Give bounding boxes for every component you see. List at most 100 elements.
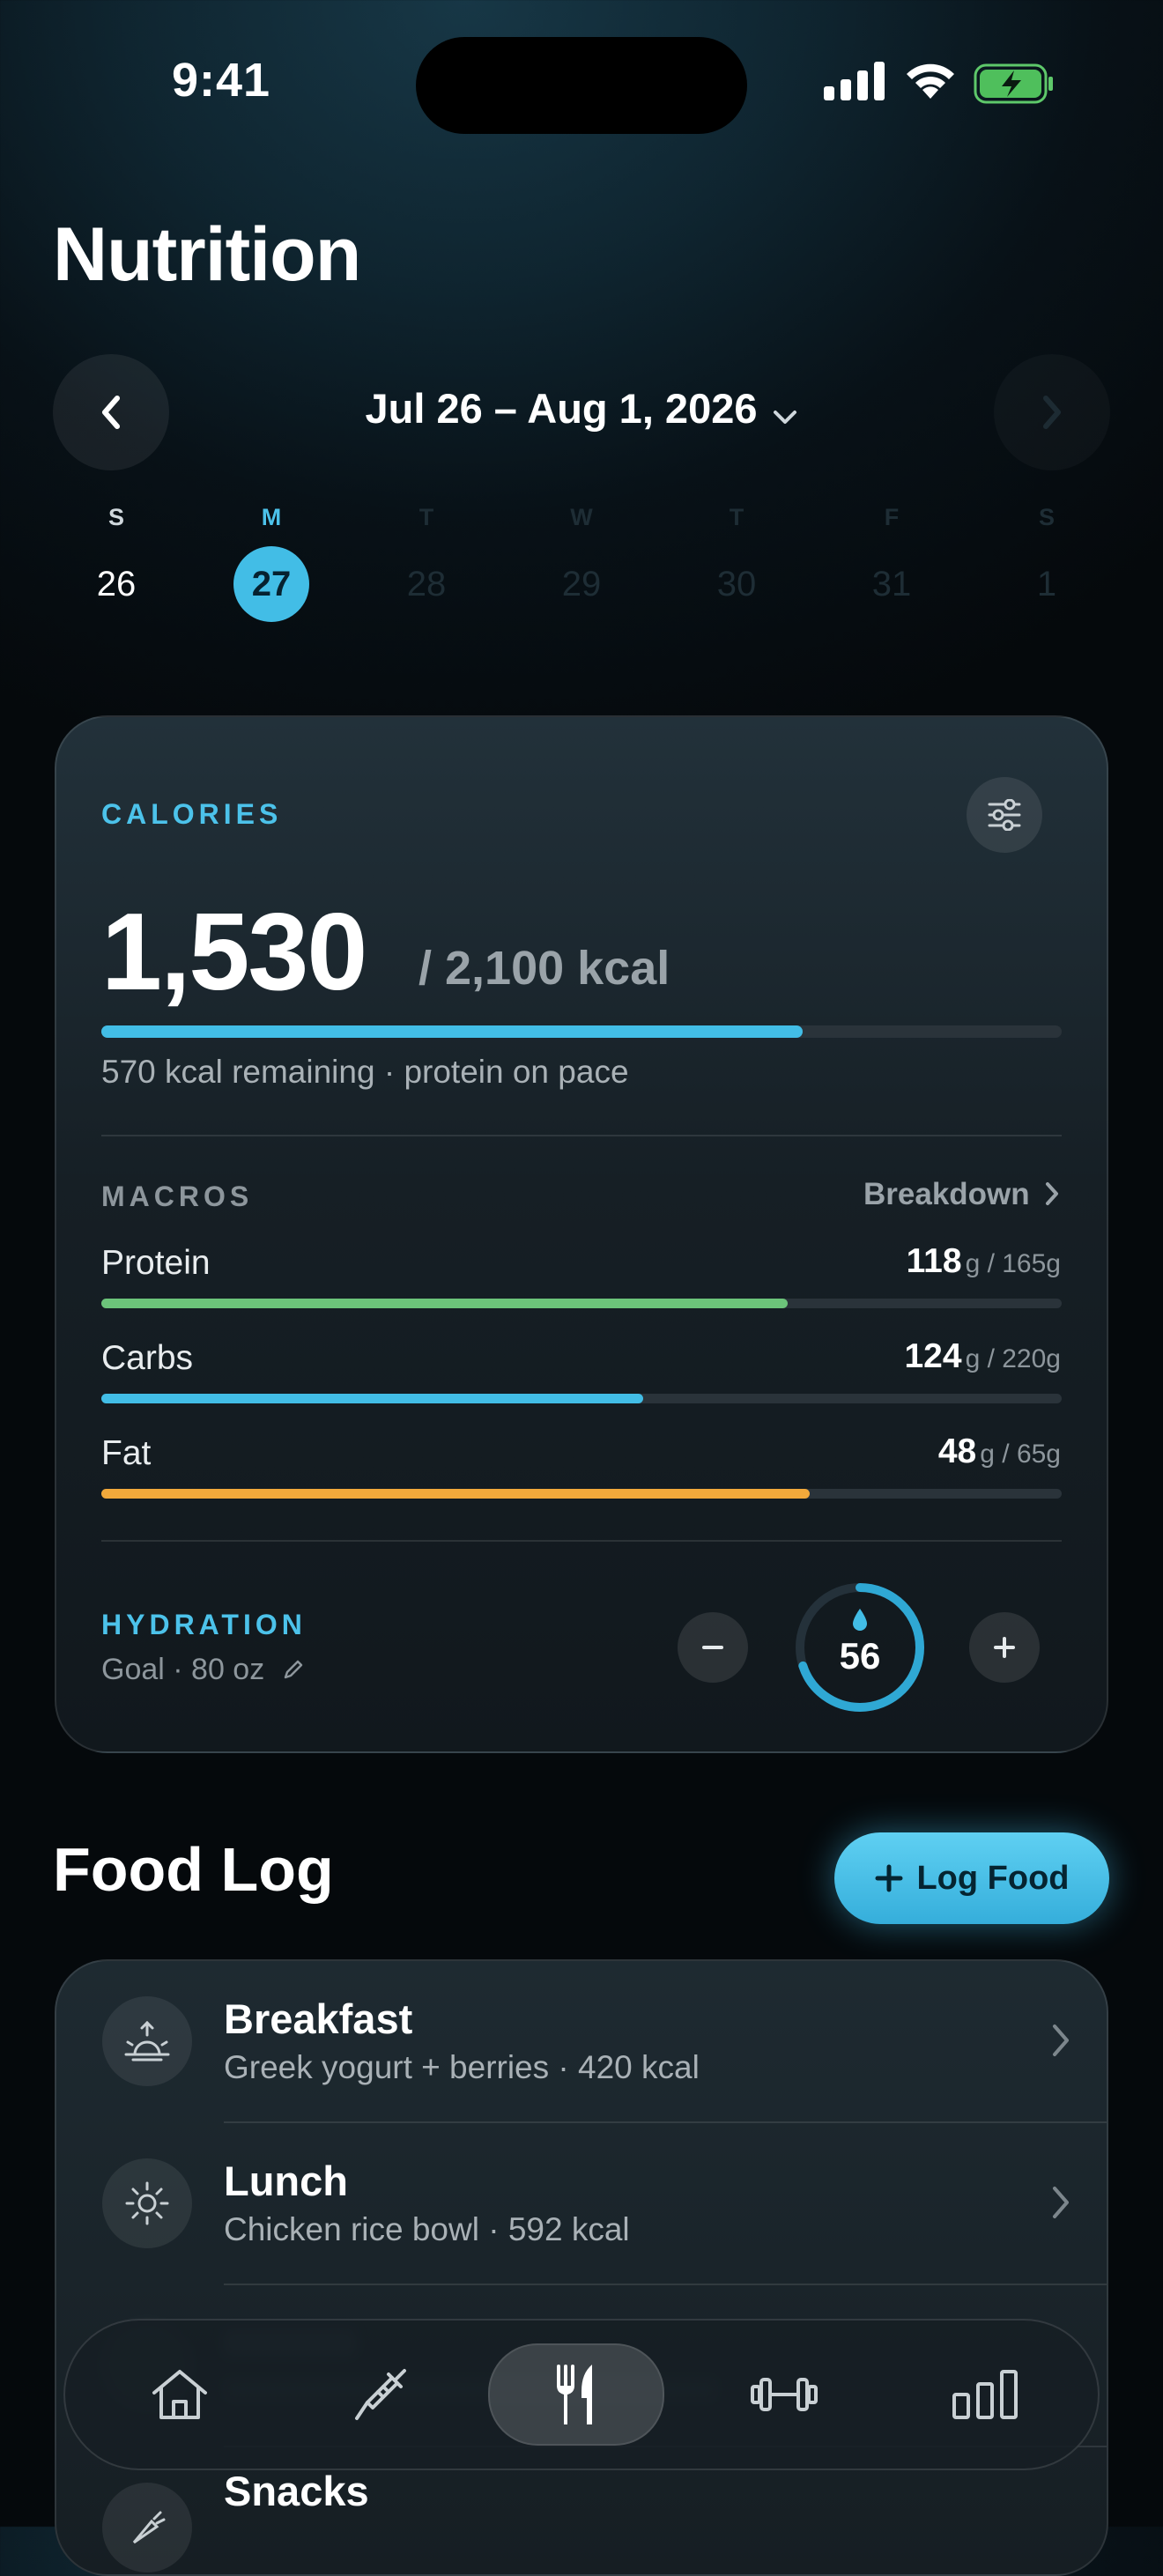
tab-injections[interactable] <box>293 2321 469 2469</box>
meal-name: Snacks <box>224 2468 369 2514</box>
macro-carbs-value: 124 g / 220g <box>904 1337 1061 1376</box>
day-number: 29 <box>561 564 602 603</box>
page-title: Nutrition <box>53 212 361 297</box>
macro-protein-goal: g / 165g <box>965 1249 1061 1278</box>
chevron-right-icon <box>1043 396 1061 429</box>
day-of-week: S <box>1038 504 1055 530</box>
food-log-card: Breakfast Greek yogurt + berries · 420 k… <box>55 1959 1108 2576</box>
sun-icon <box>102 2158 192 2248</box>
day-friday-31: F 31 <box>828 504 955 622</box>
minus-icon <box>702 1646 723 1649</box>
macro-protein-fill <box>101 1299 789 1308</box>
calories-consumed: 1,530 <box>101 892 367 1013</box>
sliders-icon <box>988 799 1021 831</box>
macro-fat-value: 48 g / 65g <box>938 1432 1061 1471</box>
hydration-decrease-button[interactable] <box>678 1612 748 1683</box>
log-food-button[interactable]: Log Food <box>834 1832 1109 1924</box>
battery-charging-icon <box>974 63 1053 104</box>
dynamic-island <box>416 37 747 134</box>
macro-carbs-bar <box>101 1394 1062 1403</box>
dumbbell-icon <box>751 2378 818 2411</box>
active-tab-indicator <box>488 2343 664 2446</box>
cellular-signal-icon <box>824 62 885 100</box>
meal-detail: Greek yogurt + berries · 420 kcal <box>224 2049 700 2085</box>
next-week-button[interactable] <box>994 354 1110 470</box>
carrot-icon <box>102 2483 192 2572</box>
divider <box>101 1135 1062 1136</box>
meal-detail: Chicken rice bowl · 592 kcal <box>224 2211 630 2247</box>
log-food-label: Log Food <box>916 1859 1070 1897</box>
calories-progress-bar <box>101 1025 1062 1038</box>
macro-fat-bar <box>101 1489 1062 1499</box>
hydration-label: HYDRATION <box>101 1609 307 1640</box>
meal-row-lunch[interactable]: Lunch Chicken rice bowl · 592 kcal <box>56 2123 1107 2284</box>
breakdown-link[interactable]: Breakdown <box>863 1177 1061 1212</box>
sunrise-icon <box>102 1996 192 2086</box>
macro-fat-fill <box>101 1489 811 1499</box>
macros-label: MACROS <box>101 1181 254 1212</box>
chevron-right-icon <box>1053 2187 1069 2218</box>
hydration-goal-text: Goal · 80 oz <box>101 1653 265 1686</box>
macro-carbs-fill <box>101 1394 643 1403</box>
day-sunday-26[interactable]: S 26 <box>53 504 180 622</box>
day-of-week: S <box>107 504 124 530</box>
day-number: 31 <box>871 564 912 603</box>
calories-label: CALORIES <box>101 798 283 830</box>
day-number-selected: 27 <box>233 546 309 622</box>
hydration-goal[interactable]: Goal · 80 oz <box>101 1653 305 1687</box>
pencil-icon <box>284 1660 302 1679</box>
macro-protein-amount: 118 <box>906 1242 962 1280</box>
macro-protein-value: 118 g / 165g <box>907 1242 1061 1281</box>
day-wednesday-29: W 29 <box>518 504 645 622</box>
chevron-right-icon <box>1046 1182 1059 1205</box>
hydration-value: 56 <box>839 1635 881 1677</box>
fork-knife-icon <box>557 2365 592 2424</box>
macro-protein-label: Protein <box>101 1244 211 1282</box>
calories-goal: / 2,100 kcal <box>419 942 670 995</box>
home-icon <box>152 2370 207 2419</box>
day-of-week: W <box>570 504 593 530</box>
macro-carbs-amount: 124 <box>904 1337 962 1375</box>
day-number: 30 <box>716 564 757 603</box>
tab-home[interactable] <box>92 2321 268 2469</box>
tab-stats[interactable] <box>897 2321 1073 2469</box>
meal-name: Lunch <box>224 2158 348 2204</box>
status-time: 9:41 <box>172 54 271 107</box>
macro-carbs-label: Carbs <box>101 1339 194 1377</box>
week-strip: S 26 M 27 T 28 W 29 T 30 F 31 S1 <box>53 504 1110 622</box>
day-of-week: F <box>884 504 900 530</box>
calories-remaining-text: 570 kcal remaining · protein on pace <box>101 1054 629 1090</box>
day-thursday-30: T 30 <box>673 504 800 622</box>
macro-protein-bar <box>101 1299 1062 1308</box>
calorie-settings-button[interactable] <box>967 777 1042 853</box>
chevron-right-icon <box>1053 2025 1069 2056</box>
macro-carbs-goal: g / 220g <box>965 1344 1061 1373</box>
tab-workouts[interactable] <box>696 2321 872 2469</box>
day-saturday-1: S1 <box>983 504 1110 622</box>
macro-fat-label: Fat <box>101 1434 152 1472</box>
day-number: 28 <box>406 564 447 603</box>
divider <box>101 1540 1062 1542</box>
chevron-down-icon <box>772 388 798 436</box>
day-monday-27[interactable]: M 27 <box>208 504 335 622</box>
meal-row-breakfast[interactable]: Breakfast Greek yogurt + berries · 420 k… <box>56 1961 1107 2121</box>
day-number: 26 <box>96 564 137 603</box>
calories-progress-fill <box>101 1025 803 1038</box>
day-number: 1 <box>1036 564 1057 603</box>
breakdown-label: Breakdown <box>863 1177 1030 1211</box>
macro-fat-goal: g / 65g <box>980 1440 1061 1469</box>
day-tuesday-28: T 28 <box>363 504 490 622</box>
day-of-week: T <box>419 504 434 530</box>
meal-name: Breakfast <box>224 1995 413 2042</box>
syringe-icon <box>355 2369 406 2420</box>
hydration-increase-button[interactable] <box>969 1612 1040 1683</box>
tab-nutrition[interactable] <box>488 2321 664 2469</box>
wifi-icon <box>907 63 954 99</box>
plus-icon <box>875 1864 903 1892</box>
macro-fat-amount: 48 <box>937 1432 977 1470</box>
water-drop-icon <box>853 1609 867 1631</box>
date-range-picker[interactable]: Jul 26 – Aug 1, 2026 <box>0 384 1163 436</box>
food-log-title: Food Log <box>53 1835 334 1904</box>
tab-bar <box>63 2319 1100 2470</box>
calories-card <box>55 715 1108 1753</box>
